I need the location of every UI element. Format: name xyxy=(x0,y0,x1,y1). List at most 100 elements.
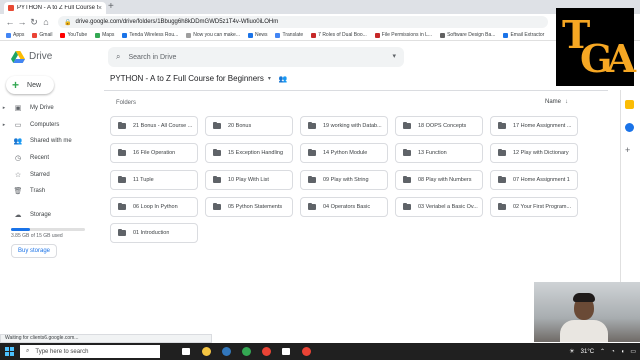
volume-icon[interactable]: ◖ xyxy=(621,349,625,355)
reload-icon[interactable]: ↻ xyxy=(28,17,40,28)
bookmark-item[interactable]: Now you can make... xyxy=(186,32,240,38)
shared-folder-icon xyxy=(403,202,411,210)
new-tab-button[interactable]: + xyxy=(108,1,114,13)
folder-item[interactable]: 16 File Operation xyxy=(110,143,198,163)
new-button[interactable]: + New xyxy=(6,76,54,94)
folder-item[interactable]: 20 Bonus xyxy=(205,116,293,136)
bookmark-item[interactable]: Tenda Wireless Rou... xyxy=(122,32,178,38)
bookmark-item[interactable]: Gmail xyxy=(32,32,52,38)
shared-icon: 👥 xyxy=(13,138,23,145)
breadcrumb[interactable]: PYTHON - A to Z Full Course for Beginner… xyxy=(110,74,288,83)
folder-item[interactable]: 12 Play with Dictionary xyxy=(490,143,578,163)
bookmark-item[interactable]: Email Extractor xyxy=(503,32,544,38)
sidebar-item-storage[interactable]: ☁ Storage xyxy=(0,208,100,222)
sort-label[interactable]: Name xyxy=(545,99,561,105)
search-icon[interactable]: ⌕ xyxy=(116,52,120,62)
folder-item[interactable]: 04 Operators Basic xyxy=(300,197,388,217)
notification-icon[interactable]: ▭ xyxy=(630,348,636,355)
tasks-icon[interactable] xyxy=(625,123,634,132)
lock-icon: 🔒 xyxy=(64,19,72,26)
bookmark-item[interactable]: Software Design Ba... xyxy=(440,32,495,38)
home-icon[interactable]: ⌂ xyxy=(40,17,52,27)
folder-item[interactable]: 03 Veriabel a Basic Ov... xyxy=(395,197,483,217)
sidebar-item-my-drive[interactable]: ▸ ▣ My Drive xyxy=(0,101,100,115)
bookmark-favicon-icon xyxy=(95,32,101,38)
folder-name: 06 Loop In Python xyxy=(133,204,178,210)
folder-item[interactable]: 21 Bonus - All Course ... xyxy=(110,116,198,136)
bookmark-item[interactable]: News xyxy=(247,32,268,38)
chrome-icon[interactable] xyxy=(256,343,276,360)
address-url: drive.google.com/drive/folders/1Bbugg6h8… xyxy=(75,19,279,25)
browser-tab[interactable]: PYTHON - A to Z Full Course fo × xyxy=(4,2,106,14)
shared-folder-icon xyxy=(403,121,411,129)
chrome-green-icon[interactable] xyxy=(236,343,256,360)
drive-brand: Drive xyxy=(29,51,53,62)
folder-item[interactable]: 19 working with Datab... xyxy=(300,116,388,136)
bookmark-label: News xyxy=(254,32,268,38)
temperature[interactable]: 31°C xyxy=(581,349,594,355)
edge-icon[interactable] xyxy=(216,343,236,360)
bookmark-item[interactable]: YouTube xyxy=(60,32,87,38)
forward-icon[interactable]: → xyxy=(16,17,28,27)
folder-name: 10 Play With List xyxy=(228,177,269,183)
bookmarks-bar: Apps Gmail YouTube Maps Tenda Wireless Rou..… xyxy=(0,30,640,41)
taskbar-search-input[interactable]: ⌕ Type here to search xyxy=(20,345,160,358)
bookmark-item[interactable]: Translate xyxy=(275,32,303,38)
sidebar-item-starred[interactable]: ☆ Starred xyxy=(0,168,100,182)
folder-item[interactable]: 05 Python Statements xyxy=(205,197,293,217)
expand-arrow-icon[interactable]: ▸ xyxy=(0,105,8,111)
sidebar-item-trash[interactable]: 🗑 Trash xyxy=(0,184,100,198)
folder-path-title[interactable]: PYTHON - A to Z Full Course for Beginner… xyxy=(110,74,264,83)
chevron-down-icon[interactable]: ▾ xyxy=(268,75,271,82)
back-icon[interactable]: ← xyxy=(4,17,16,27)
shared-folder-icon xyxy=(118,148,126,156)
folder-name: 04 Operators Basic xyxy=(323,204,371,210)
search-options-icon[interactable]: ▾ xyxy=(392,52,396,60)
folder-item[interactable]: 02 Your First Program... xyxy=(490,197,578,217)
search-input[interactable]: ⌕ Search in Drive ▾ xyxy=(108,47,404,67)
folder-item[interactable]: 13 Function xyxy=(395,143,483,163)
bookmark-item[interactable]: Maps xyxy=(95,32,114,38)
arrow-down-icon[interactable]: ↓ xyxy=(565,99,568,105)
store-icon[interactable] xyxy=(276,343,296,360)
keep-icon[interactable] xyxy=(625,100,634,109)
folder-item[interactable]: 01 Introduction xyxy=(110,223,198,243)
bookmark-item[interactable]: Apps xyxy=(6,32,24,38)
bookmark-favicon-icon xyxy=(6,32,11,38)
folder-item[interactable]: 14 Python Module xyxy=(300,143,388,163)
folder-item[interactable]: 17 Home Assignment ... xyxy=(490,116,578,136)
network-icon[interactable]: ◔ xyxy=(611,349,615,355)
bookmark-item[interactable]: 7 Roles of Dual Boo... xyxy=(311,32,367,38)
shared-folder-icon xyxy=(213,175,221,183)
address-bar[interactable]: 🔒 drive.google.com/drive/folders/1Bbugg6… xyxy=(58,16,548,28)
sidebar-item-recent[interactable]: ◷ Recent xyxy=(0,151,100,165)
chrome-profile-icon[interactable] xyxy=(296,343,316,360)
folder-item[interactable]: 18 OOPS Concepts xyxy=(395,116,483,136)
folder-item[interactable]: 07 Home Assignment 1 xyxy=(490,170,578,190)
tab-close-icon[interactable]: × xyxy=(98,5,102,12)
windows-start-icon[interactable] xyxy=(0,343,18,360)
bookmark-item[interactable]: File Permissions in L... xyxy=(374,32,432,38)
shared-folder-icon xyxy=(118,121,126,129)
folder-item[interactable]: 10 Play With List xyxy=(205,170,293,190)
folder-item[interactable]: 11 Tuple xyxy=(110,170,198,190)
sort-control[interactable]: Name ↓ xyxy=(545,99,568,105)
folder-item[interactable]: 08 Play with Numbers xyxy=(395,170,483,190)
file-explorer-icon[interactable] xyxy=(196,343,216,360)
add-addon-icon[interactable]: + xyxy=(625,146,634,155)
weather-icon[interactable]: ☀ xyxy=(569,348,574,355)
folder-item[interactable]: 09 Play with String xyxy=(300,170,388,190)
shared-folder-icon xyxy=(308,148,316,156)
folder-item[interactable]: 15 Exception Handling xyxy=(205,143,293,163)
sidebar-item-shared-with-me[interactable]: 👥 Shared with me xyxy=(0,134,100,148)
shared-folder-icon xyxy=(403,175,411,183)
drive-logo-icon[interactable] xyxy=(11,51,25,63)
buy-storage-button[interactable]: Buy storage xyxy=(11,244,57,258)
task-view-icon[interactable] xyxy=(176,343,196,360)
shared-folder-icon xyxy=(118,202,126,210)
folder-item[interactable]: 06 Loop In Python xyxy=(110,197,198,217)
expand-arrow-icon[interactable]: ▸ xyxy=(0,122,8,128)
tray-chevron-icon[interactable]: ⌃ xyxy=(600,348,605,355)
plus-icon: + xyxy=(12,78,20,92)
sidebar-item-computers[interactable]: ▸ ▭ Computers xyxy=(0,118,100,132)
